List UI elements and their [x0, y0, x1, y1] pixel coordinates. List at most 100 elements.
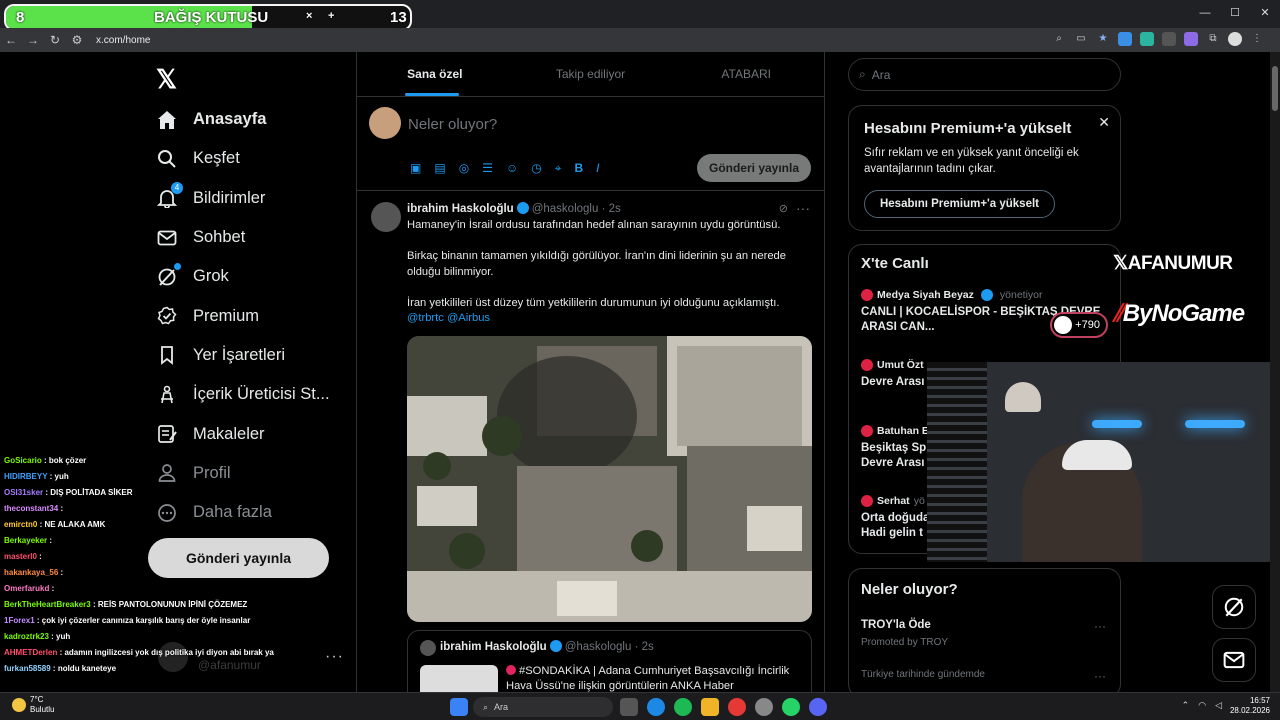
author-name[interactable]: ibrahim Haskoloğlu [407, 203, 514, 215]
minimize-button[interactable]: — [1190, 0, 1220, 26]
page-scrollbar[interactable] [1270, 52, 1280, 692]
trend-name[interactable]: TROY'la Öde [861, 619, 931, 631]
chat-username[interactable]: HIDIRBEYY [4, 472, 47, 481]
search-input[interactable]: ⌕ Ara [848, 58, 1121, 91]
tweet-more-icon[interactable]: ··· [796, 200, 810, 216]
chat-username[interactable]: AHMETDerlen [4, 648, 57, 657]
sidebar-item-premium[interactable]: Premium [156, 296, 356, 335]
bookmark-star-icon[interactable]: ★ [1096, 32, 1110, 46]
sidebar-item-messages[interactable]: Sohbet [156, 218, 356, 257]
menu-icon[interactable]: ⋮ [1250, 32, 1264, 46]
volume-icon[interactable]: ◁ [1215, 700, 1222, 711]
weather-widget[interactable]: 7°C Bulutlu [12, 695, 54, 715]
chat-username[interactable]: emirctn0 [4, 520, 37, 529]
chat-message: 1Forex1 : çok iyi çözerler canınıza karş… [4, 616, 251, 625]
url-field[interactable]: x.com/home [96, 35, 150, 46]
chat-username[interactable]: furkan58589 [4, 664, 51, 673]
extension-icon[interactable] [1184, 32, 1198, 46]
file-explorer-icon[interactable] [701, 698, 719, 716]
account-more-icon[interactable]: ··· [325, 648, 344, 666]
sidebar-item-grok[interactable]: Grok [156, 257, 356, 296]
close-icon[interactable]: ✕ [1098, 114, 1110, 131]
donation-close-icon[interactable]: × [306, 10, 312, 22]
search-placeholder: Ara [871, 67, 891, 82]
windows-start-icon[interactable] [450, 698, 468, 716]
webcam-feed [927, 362, 1280, 562]
sidebar-item-notifications[interactable]: 4 Bildirimler [156, 179, 356, 218]
back-icon[interactable]: ← [0, 33, 22, 47]
location-icon[interactable]: ⌖ [555, 161, 562, 176]
chrome-icon[interactable] [728, 698, 746, 716]
tweet-satellite-image[interactable] [407, 336, 812, 622]
avatar[interactable] [369, 107, 401, 139]
chat-username[interactable]: theconstant34 [4, 504, 58, 513]
gif-icon[interactable]: ▤ [434, 161, 445, 176]
profile-avatar-icon[interactable] [1228, 32, 1242, 46]
chat-username[interactable]: GoSicario [4, 456, 42, 465]
media-icon[interactable]: ▣ [410, 161, 421, 176]
chat-username[interactable]: BerkTheHeartBreaker3 [4, 600, 91, 609]
grok-floating-button[interactable] [1212, 585, 1256, 629]
sidebar-item-creator-studio[interactable]: İçerik Üreticisi St... [156, 375, 356, 414]
grok-compose-icon[interactable]: ◎ [459, 161, 469, 176]
forward-icon[interactable]: → [22, 33, 44, 47]
trend-more-icon[interactable]: ··· [1094, 669, 1106, 683]
sidebar-item-articles[interactable]: Makaleler [156, 414, 356, 453]
tab-for-you[interactable]: Sana özel [357, 52, 513, 96]
chat-username[interactable]: Berkayeker [4, 536, 47, 545]
extension-icon[interactable] [1140, 32, 1154, 46]
avatar [1054, 316, 1072, 334]
spotify-icon[interactable] [674, 698, 692, 716]
chat-username[interactable]: 1Forex1 [4, 616, 35, 625]
reload-icon[interactable]: ↻ [44, 33, 66, 47]
live-listener-count[interactable]: +790 [1050, 312, 1108, 338]
trend-more-icon[interactable]: ··· [1094, 619, 1106, 633]
edge-icon[interactable] [647, 698, 665, 716]
tray-icon[interactable]: ⌃ [1182, 700, 1190, 711]
taskbar-search[interactable]: ⌕ Ara [473, 697, 613, 717]
site-info-icon[interactable]: ⚙ [66, 33, 88, 47]
grok-dot [174, 262, 181, 270]
premium-upgrade-button[interactable]: Hesabını Premium+'a yükselt [864, 190, 1055, 218]
sidebar-item-explore[interactable]: Keşfet [156, 139, 356, 178]
taskview-icon[interactable] [620, 698, 638, 716]
app-icon[interactable] [755, 698, 773, 716]
home-icon [156, 109, 178, 131]
whatsapp-icon[interactable] [782, 698, 800, 716]
maximize-button[interactable]: ☐ [1220, 0, 1250, 26]
chat-username[interactable]: hakankaya_56 [4, 568, 58, 577]
x-logo[interactable]: 𝕏 [156, 64, 177, 95]
clock[interactable]: 16:57 28.02.2026 [1230, 696, 1270, 716]
cast-icon[interactable]: ▭ [1074, 32, 1088, 46]
tweet-paragraph: Birkaç binanın tamamen yıkıldığı görülüy… [407, 250, 786, 278]
extension-icon[interactable] [1162, 32, 1176, 46]
chat-username[interactable]: Omerfarukd [4, 584, 49, 593]
sidebar-item-bookmarks[interactable]: Yer İşaretleri [156, 336, 356, 375]
chat-username[interactable]: kadroztrk23 [4, 632, 49, 641]
donation-plus-icon[interactable]: + [328, 10, 334, 22]
close-window-button[interactable]: ✕ [1250, 0, 1280, 26]
messages-floating-button[interactable] [1212, 638, 1256, 682]
poll-icon[interactable]: ☰ [482, 161, 493, 176]
sidebar-item-home[interactable]: Anasayfa [156, 100, 356, 139]
compose-post-button[interactable]: Gönderi yayınla [697, 154, 811, 182]
live-host: Batuhan E [877, 425, 929, 437]
zoom-icon[interactable]: ⌕ [1052, 32, 1066, 46]
scrollbar-thumb[interactable] [1272, 66, 1278, 111]
grok-explain-icon[interactable]: ⊘ [779, 202, 788, 215]
bold-icon[interactable]: B [574, 161, 583, 176]
tab-atabari[interactable]: ATABARI [668, 52, 824, 96]
creator-icon [156, 384, 178, 406]
chat-username[interactable]: OSI31sker [4, 488, 43, 497]
wifi-icon[interactable]: ◠ [1198, 700, 1206, 711]
compose-input[interactable]: Neler oluyor? [408, 116, 497, 133]
schedule-icon[interactable]: ◷ [531, 161, 541, 176]
tab-following[interactable]: Takip ediliyor [513, 52, 669, 96]
discord-icon[interactable] [809, 698, 827, 716]
italic-icon[interactable]: I [596, 161, 599, 176]
chat-username[interactable]: masterl0 [4, 552, 37, 561]
puzzle-icon[interactable]: ⧉ [1206, 32, 1220, 46]
extension-icon[interactable] [1118, 32, 1132, 46]
tweet-mentions[interactable]: @trbrtc @Airbus [407, 311, 817, 327]
emoji-icon[interactable]: ☺ [506, 161, 518, 176]
